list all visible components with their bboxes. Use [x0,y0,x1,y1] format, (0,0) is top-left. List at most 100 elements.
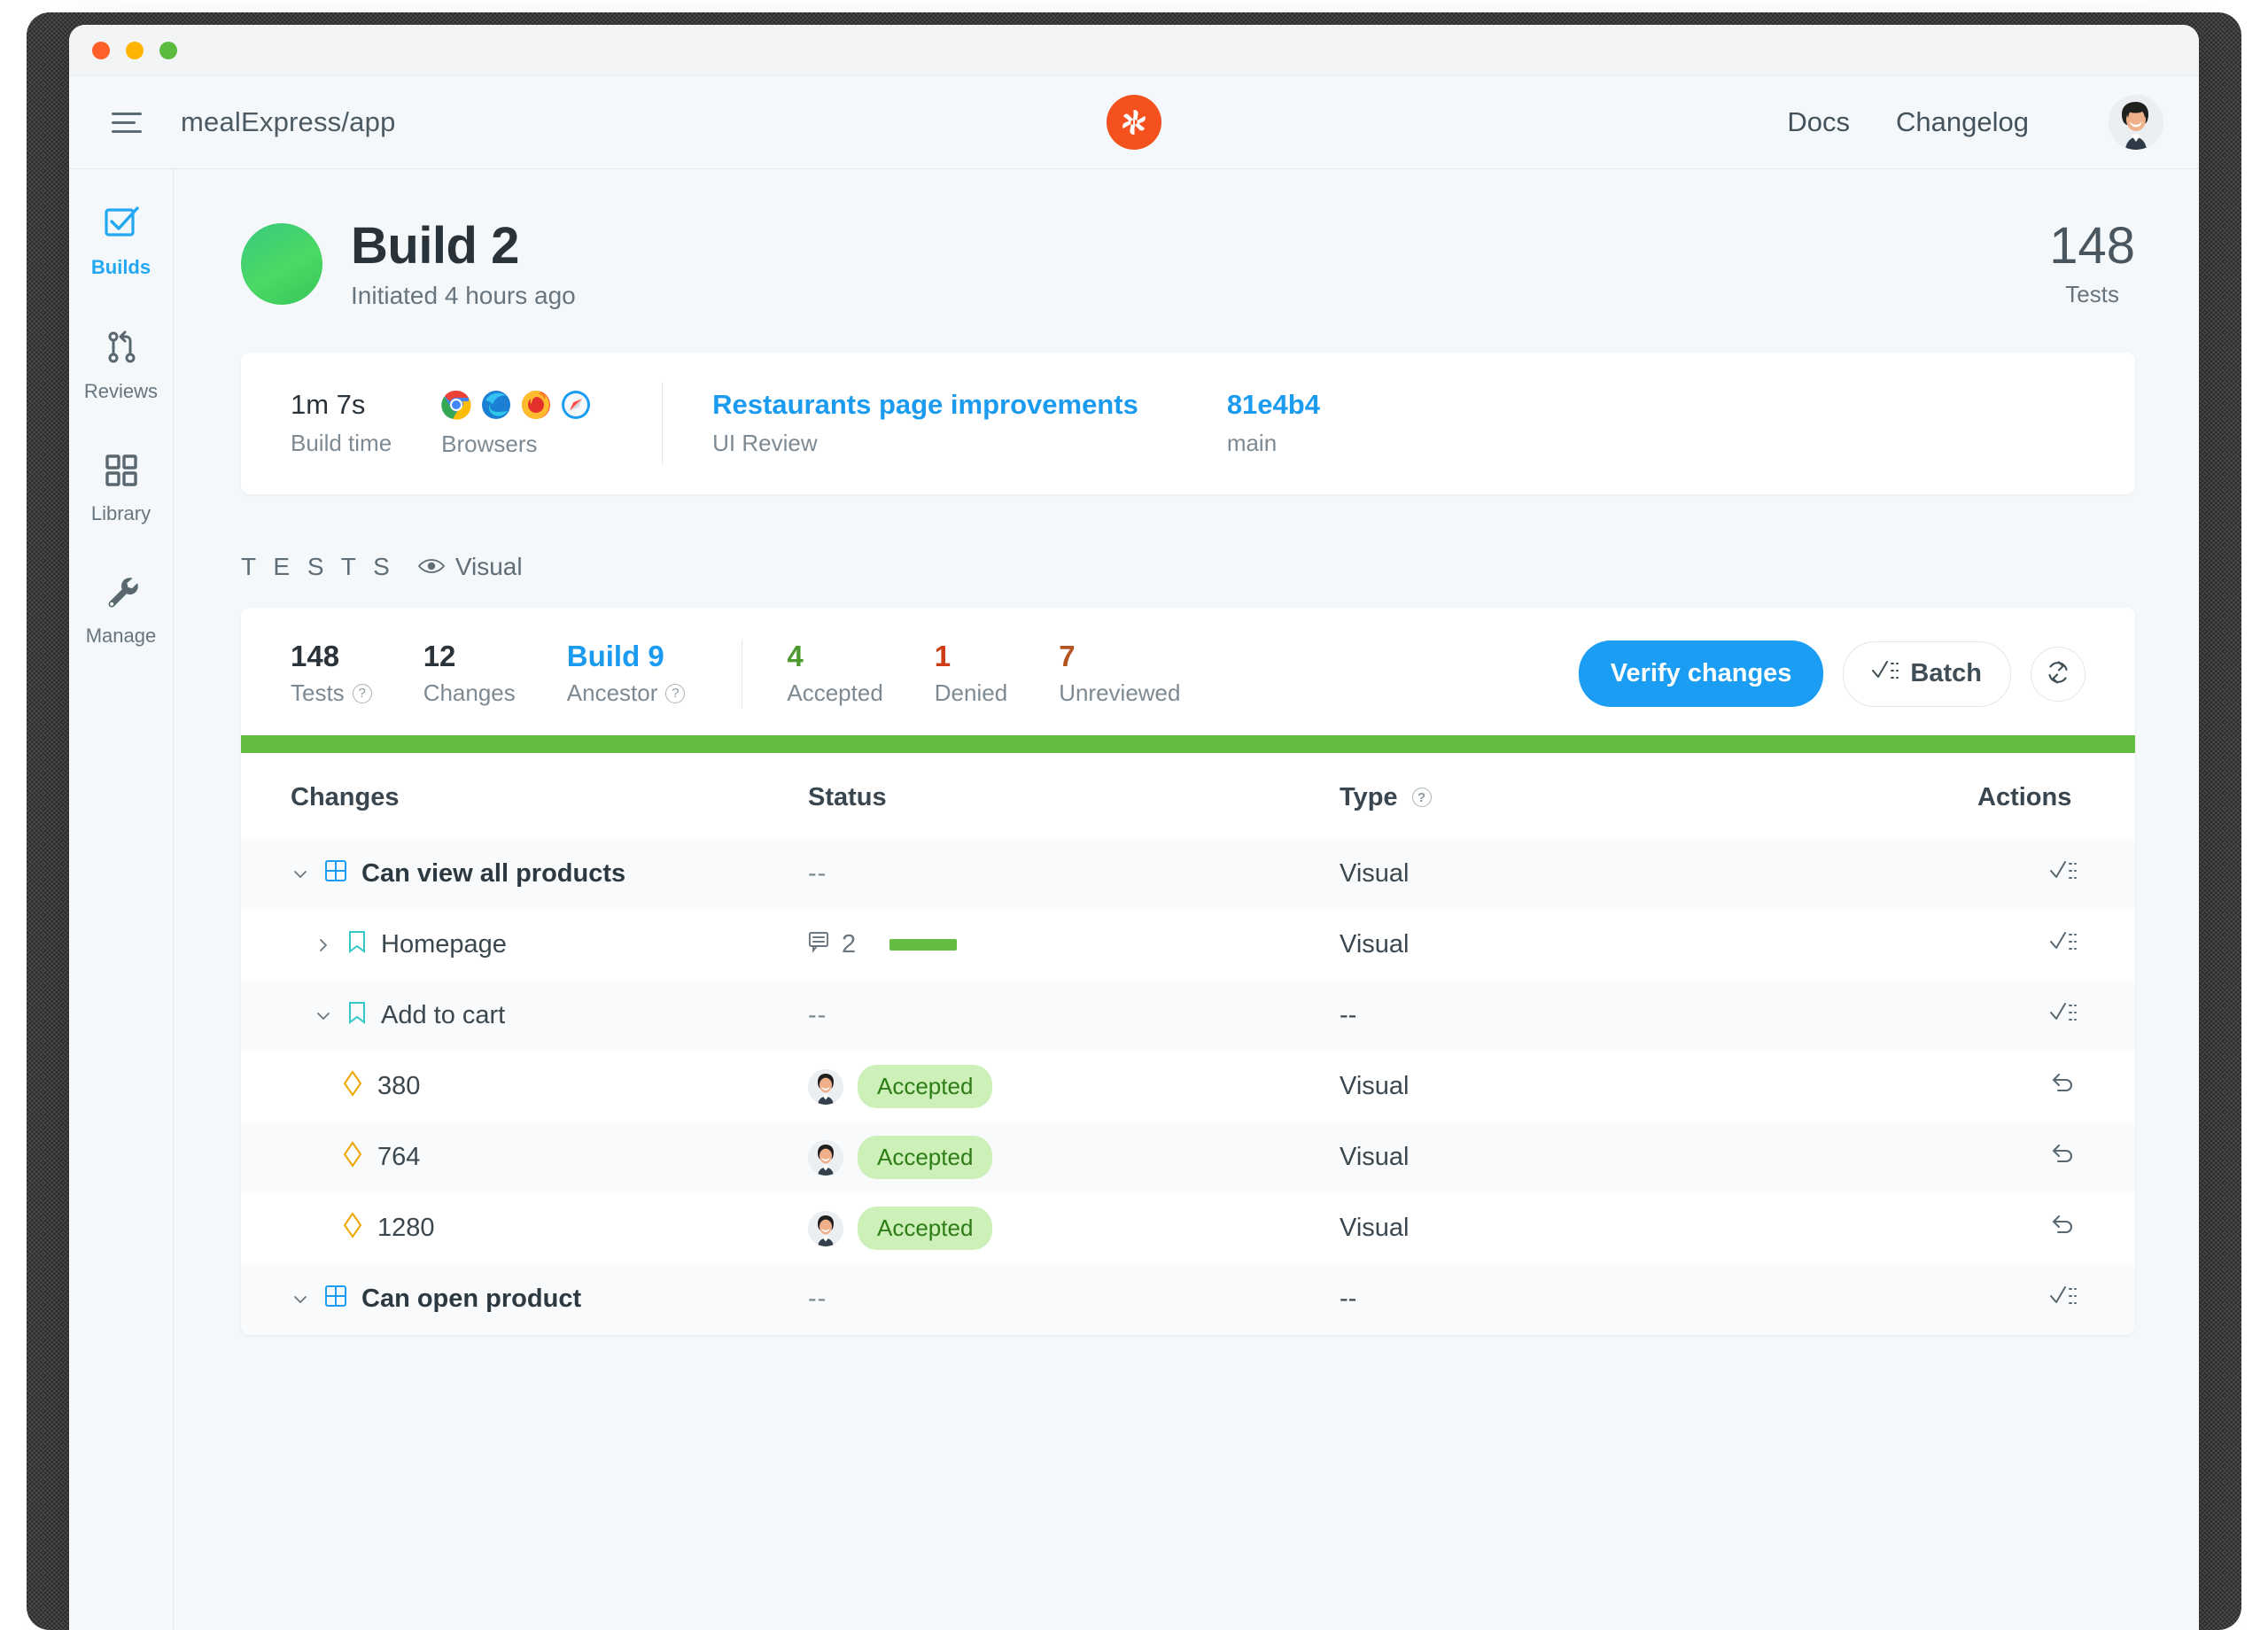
status-badge: Accepted [858,1207,992,1250]
cell-actions [1977,1122,2135,1193]
cell-status: -- [808,839,1340,910]
cell-status: Accepted [808,1122,1340,1193]
check-list-icon[interactable] [2050,859,2077,882]
build-time-value: 1m 7s [291,389,392,421]
chevron-down-icon[interactable] [291,1291,310,1308]
left-sidebar: Builds Reviews [69,169,174,1630]
checkbox-check-icon [102,203,141,246]
project-breadcrumb[interactable]: mealExpress/app [181,106,396,138]
help-icon[interactable]: ? [665,684,685,703]
window-maximize-button[interactable] [159,42,177,59]
table-row[interactable]: 764 Accepted [241,1122,2135,1193]
undo-icon[interactable] [2050,1071,2077,1096]
cell-type: Visual [1340,910,1977,981]
diamond-icon [342,1070,363,1104]
status-dash: -- [808,1001,827,1029]
percy-logo-icon [1107,95,1161,150]
user-avatar[interactable] [2109,95,2163,150]
window-minimize-button[interactable] [126,42,144,59]
sidebar-item-library[interactable]: Library [69,453,173,525]
table-row[interactable]: Can view all products -- Visual [241,839,2135,910]
stat-unreviewed-label: Unreviewed [1059,679,1180,707]
cell-type: -- [1340,981,1977,1052]
build-progress-bar [241,735,2135,753]
card-divider [662,382,663,465]
window-titlebar [69,25,2199,76]
stat-accepted-value: 4 [787,640,882,672]
group-grid-icon [324,859,347,889]
chevron-down-icon[interactable] [314,1007,333,1025]
safari-icon [561,390,591,420]
chevron-down-icon[interactable] [291,865,310,883]
column-header-changes: Changes [241,753,808,839]
comment-count-value: 2 [842,930,856,959]
table-row[interactable]: Can open product -- -- [241,1264,2135,1335]
row-name: 764 [377,1143,420,1172]
table-row[interactable]: Add to cart -- -- [241,981,2135,1052]
sidebar-item-reviews[interactable]: Reviews [69,329,173,403]
stat-denied-label: Denied [935,679,1007,707]
table-head: Changes Status Type ? Actions [241,753,2135,839]
section-title: T E S T S [241,553,395,581]
help-icon[interactable]: ? [1412,788,1432,807]
sidebar-item-manage[interactable]: Manage [69,575,173,648]
undo-icon[interactable] [2050,1213,2077,1238]
table-body: Can view all products -- Visual [241,839,2135,1335]
batch-button[interactable]: Batch [1843,641,2011,707]
cell-actions [1977,981,2135,1052]
stat-tests-label: Tests [291,679,345,707]
nav-link-changelog[interactable]: Changelog [1896,106,2029,138]
cell-actions [1977,1264,2135,1335]
chevron-right-icon[interactable] [314,936,333,954]
pull-request-link[interactable]: Restaurants page improvements [712,389,1138,420]
tests-stats-row: 148 Tests ? 12 Changes Build 9 [241,608,2135,735]
table-row[interactable]: Homepage [241,910,2135,981]
visual-filter[interactable]: Visual [418,553,523,581]
bookmark-icon [347,930,367,960]
check-list-icon[interactable] [2050,930,2077,953]
bookmark-icon [347,1001,367,1031]
verify-changes-button[interactable]: Verify changes [1579,640,1824,707]
stat-ancestor-link[interactable]: Build 9 [567,640,686,672]
branch-name: main [1227,430,1320,457]
table-header-row: Changes Status Type ? Actions [241,753,2135,839]
hamburger-icon[interactable] [112,113,165,133]
cell-status: -- [808,981,1340,1052]
eye-icon [418,553,445,581]
build-status-indicator [241,223,322,305]
commit-sha-link[interactable]: 81e4b4 [1227,389,1320,420]
tests-counter: 148 Tests [2049,221,2135,308]
browsers-label: Browsers [441,431,591,458]
cell-changes: Homepage [241,910,808,981]
build-time-label: Build time [291,430,392,457]
app-body: Builds Reviews [69,169,2199,1630]
comment-count[interactable]: 2 [808,930,856,960]
sidebar-item-label: Builds [91,256,151,279]
build-header: Build 2 Initiated 4 hours ago 148 Tests [174,169,2199,310]
cell-status: -- [808,1264,1340,1335]
row-name: Can view all products [361,859,625,889]
status-badge: Accepted [858,1065,992,1108]
changes-table: Changes Status Type ? Actions [241,753,2135,1335]
browsers-metric: Browsers [441,388,591,458]
group-grid-icon [324,1285,347,1315]
sidebar-item-builds[interactable]: Builds [69,203,173,279]
table-row[interactable]: 1280 Accepted [241,1193,2135,1264]
commit-metric: 81e4b4 main [1227,389,1320,457]
cell-changes: 380 [241,1052,808,1122]
reviewer-avatar [808,1140,843,1176]
nav-link-docs[interactable]: Docs [1787,106,1850,138]
check-list-icon[interactable] [2050,1285,2077,1308]
cell-status: Accepted [808,1052,1340,1122]
help-icon[interactable]: ? [353,684,372,703]
status-dash: -- [808,859,827,888]
refresh-button[interactable] [2031,647,2085,702]
table-row[interactable]: 380 Accepted [241,1052,2135,1122]
check-list-icon[interactable] [2050,1001,2077,1024]
undo-icon[interactable] [2050,1142,2077,1167]
cell-type: Visual [1340,1122,1977,1193]
window-close-button[interactable] [92,42,110,59]
cell-type: Visual [1340,1193,1977,1264]
comment-icon [808,930,831,960]
stat-changes-value: 12 [423,640,516,672]
